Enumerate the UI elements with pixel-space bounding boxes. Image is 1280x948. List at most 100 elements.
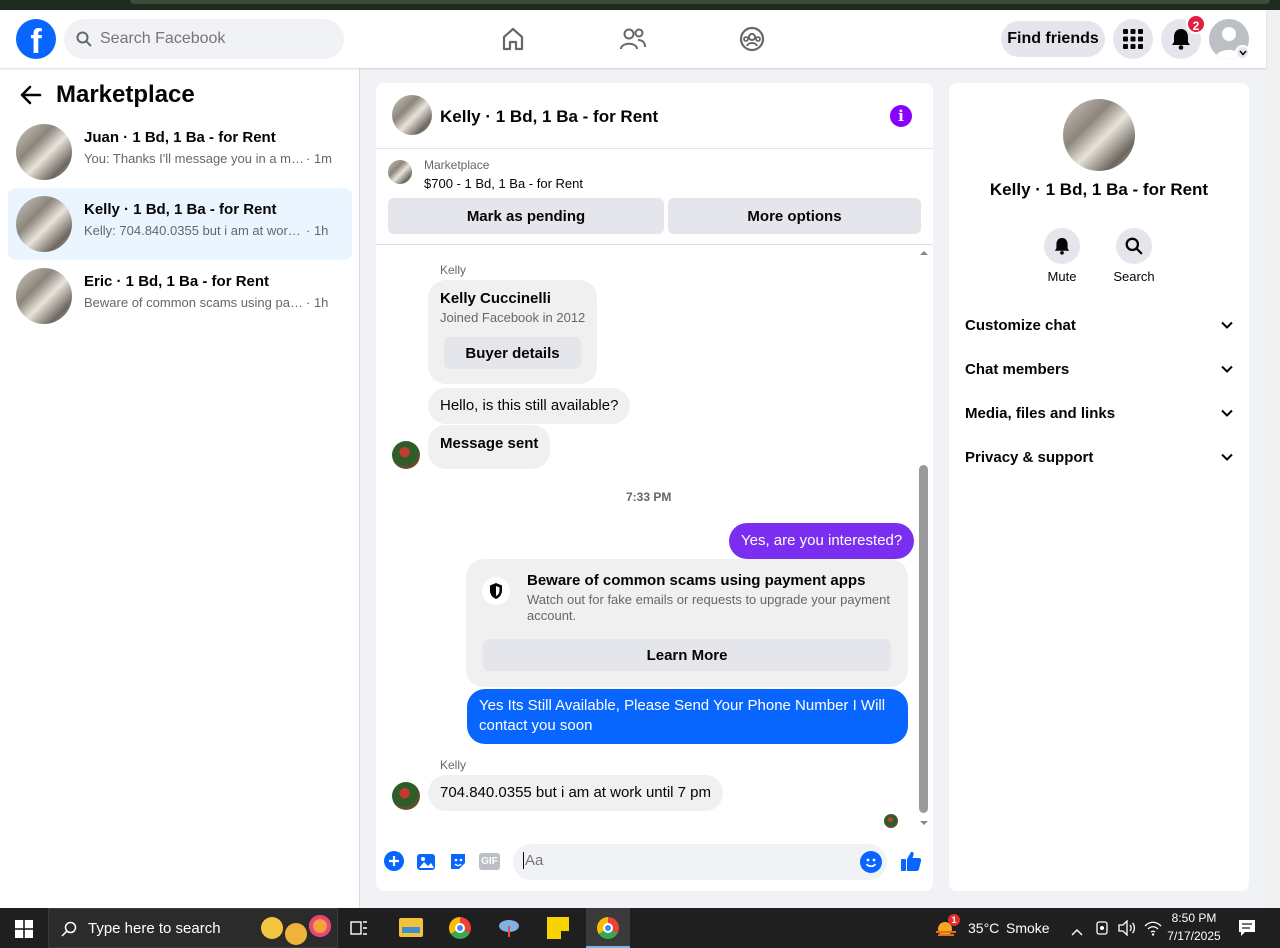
wifi-icon[interactable]: [1144, 920, 1162, 941]
emoji-icon[interactable]: [860, 851, 882, 873]
gif-icon[interactable]: GIF: [479, 853, 500, 870]
conversation-item[interactable]: Juan · 1 Bd, 1 Ba - for Rent You: Thanks…: [8, 116, 352, 188]
media-files-section[interactable]: Media, files and links: [965, 393, 1233, 433]
conversation-snippet: You: Thanks I'll message you in a mo...: [84, 151, 304, 166]
bell-icon: [1172, 29, 1190, 50]
chrome-active-icon[interactable]: [586, 908, 630, 948]
conversation-snippet: Beware of common scams using pay...: [84, 295, 304, 310]
info-icon[interactable]: i: [890, 105, 912, 127]
listing-thumbnail: [16, 124, 72, 180]
conversation-snippet: Kelly: 704.840.0355 but i am at work u..…: [84, 223, 304, 238]
friends-icon[interactable]: [616, 23, 650, 55]
notification-badge: 2: [1186, 14, 1206, 34]
browser-top-strip: [0, 0, 1280, 10]
info-title[interactable]: Kelly · 1 Bd, 1 Ba - for Rent: [949, 180, 1249, 200]
emoji-smile-icon: [261, 917, 283, 939]
chevron-down-icon: [1221, 365, 1233, 373]
thumbs-up-icon[interactable]: [900, 850, 922, 877]
message-outgoing[interactable]: Yes, are you interested?: [729, 523, 915, 559]
more-options-button[interactable]: More options: [668, 198, 921, 234]
search-icon: [1125, 237, 1143, 255]
message-timestamp: 7:33 PM: [626, 490, 672, 504]
chevron-up-icon[interactable]: [1071, 923, 1083, 941]
mute-button[interactable]: [1044, 228, 1080, 264]
chat-members-section[interactable]: Chat members: [965, 349, 1233, 389]
conversation-item[interactable]: Eric · 1 Bd, 1 Ba - for Rent Beware of c…: [8, 260, 352, 332]
search-input[interactable]: [100, 30, 320, 48]
windows-taskbar: Type here to search 1 35°C Smoke 8:50 PM…: [0, 908, 1280, 948]
network-device-icon[interactable]: [1094, 920, 1110, 941]
search-chat-button[interactable]: [1116, 228, 1152, 264]
conversation-time: · 1h: [306, 223, 329, 238]
clock-time[interactable]: 8:50 PM: [1166, 911, 1222, 925]
sender-name: Kelly: [440, 758, 467, 772]
shield-icon: [482, 577, 510, 605]
sender-avatar[interactable]: [392, 782, 420, 810]
listing-source: Marketplace: [424, 158, 490, 172]
conversation-time: · 1h: [306, 295, 329, 310]
scam-warning-body: Watch out for fake emails or requests to…: [527, 592, 890, 623]
taskbar-search-text: Type here to search: [88, 920, 221, 937]
section-label: Chat members: [965, 360, 1070, 378]
taskbar-search[interactable]: Type here to search: [48, 908, 338, 948]
notification-center-icon[interactable]: [1238, 919, 1256, 942]
chat-title[interactable]: Kelly · 1 Bd, 1 Ba - for Rent: [440, 107, 658, 127]
task-view-icon[interactable]: [350, 919, 368, 942]
message-composer[interactable]: [513, 844, 887, 880]
sender-avatar[interactable]: [392, 441, 420, 469]
section-label: Privacy & support: [965, 448, 1094, 466]
chat-panel: Kelly · 1 Bd, 1 Ba - for Rent i Marketpl…: [376, 83, 933, 891]
home-icon[interactable]: [496, 23, 530, 55]
sender-name: Kelly: [440, 263, 467, 277]
page-scrollbar[interactable]: [1266, 10, 1280, 908]
groups-icon[interactable]: [735, 23, 769, 55]
find-friends-button[interactable]: Find friends: [1001, 21, 1105, 57]
volume-icon[interactable]: [1118, 919, 1136, 941]
conversation-time: · 1m: [306, 151, 332, 166]
read-receipt-avatar: [884, 814, 898, 828]
message-incoming[interactable]: Message sent: [428, 425, 551, 469]
menu-grid-button[interactable]: [1113, 19, 1153, 59]
temperature: 35°C: [968, 920, 1000, 936]
photo-icon[interactable]: [416, 852, 436, 877]
message-incoming[interactable]: Hello, is this still available?: [428, 388, 631, 424]
sticker-icon[interactable]: [448, 852, 468, 877]
chat-info-panel: Kelly · 1 Bd, 1 Ba - for Rent Mute Searc…: [949, 83, 1249, 891]
buyer-card: Kelly Cuccinelli Joined Facebook in 2012…: [428, 280, 597, 384]
conversation-name: Juan · 1 Bd, 1 Ba - for Rent: [84, 129, 276, 146]
grid-icon: [1123, 29, 1143, 49]
sidebar-title: Marketplace: [56, 81, 195, 108]
mute-label: Mute: [1047, 269, 1077, 284]
facebook-logo[interactable]: f: [16, 19, 56, 59]
chat-avatar[interactable]: [392, 95, 432, 135]
learn-more-button[interactable]: Learn More: [483, 639, 891, 671]
listing-thumbnail[interactable]: [388, 160, 412, 184]
back-arrow-icon[interactable]: [20, 85, 42, 110]
privacy-support-section[interactable]: Privacy & support: [965, 437, 1233, 477]
mark-as-pending-button[interactable]: Mark as pending: [388, 198, 664, 234]
buyer-name: Kelly Cuccinelli: [440, 290, 551, 307]
bell-icon: [1054, 238, 1070, 255]
conversation-item-active[interactable]: Kelly · 1 Bd, 1 Ba - for Rent Kelly: 704…: [8, 188, 352, 260]
message-input[interactable]: [523, 852, 843, 869]
emoji-love-icon: [309, 915, 331, 937]
message-incoming[interactable]: 704.840.0355 but i am at work until 7 pm: [428, 775, 723, 811]
plus-icon[interactable]: [384, 851, 404, 871]
chat-scrollbar[interactable]: [919, 248, 929, 828]
buyer-details-button[interactable]: Buyer details: [444, 337, 581, 369]
search-bar[interactable]: [64, 19, 344, 59]
clock-date[interactable]: 7/17/2025: [1164, 929, 1224, 943]
windows-start-icon[interactable]: [15, 920, 33, 943]
listing-title[interactable]: $700 - 1 Bd, 1 Ba - for Rent: [424, 176, 583, 191]
chat-header: Kelly · 1 Bd, 1 Ba - for Rent i: [376, 83, 933, 149]
message-outgoing[interactable]: Yes Its Still Available, Please Send You…: [467, 689, 908, 744]
chrome-icon[interactable]: [449, 917, 471, 939]
sticky-notes-icon[interactable]: [547, 917, 569, 939]
customize-chat-section[interactable]: Customize chat: [965, 305, 1233, 345]
top-navbar: f Find friends 2: [0, 10, 1266, 68]
account-chevron-icon[interactable]: [1235, 45, 1250, 60]
weather-text: Smoke: [1006, 920, 1050, 936]
app-icon[interactable]: [498, 918, 520, 938]
listing-avatar[interactable]: [1063, 99, 1135, 171]
file-explorer-icon[interactable]: [399, 918, 423, 937]
